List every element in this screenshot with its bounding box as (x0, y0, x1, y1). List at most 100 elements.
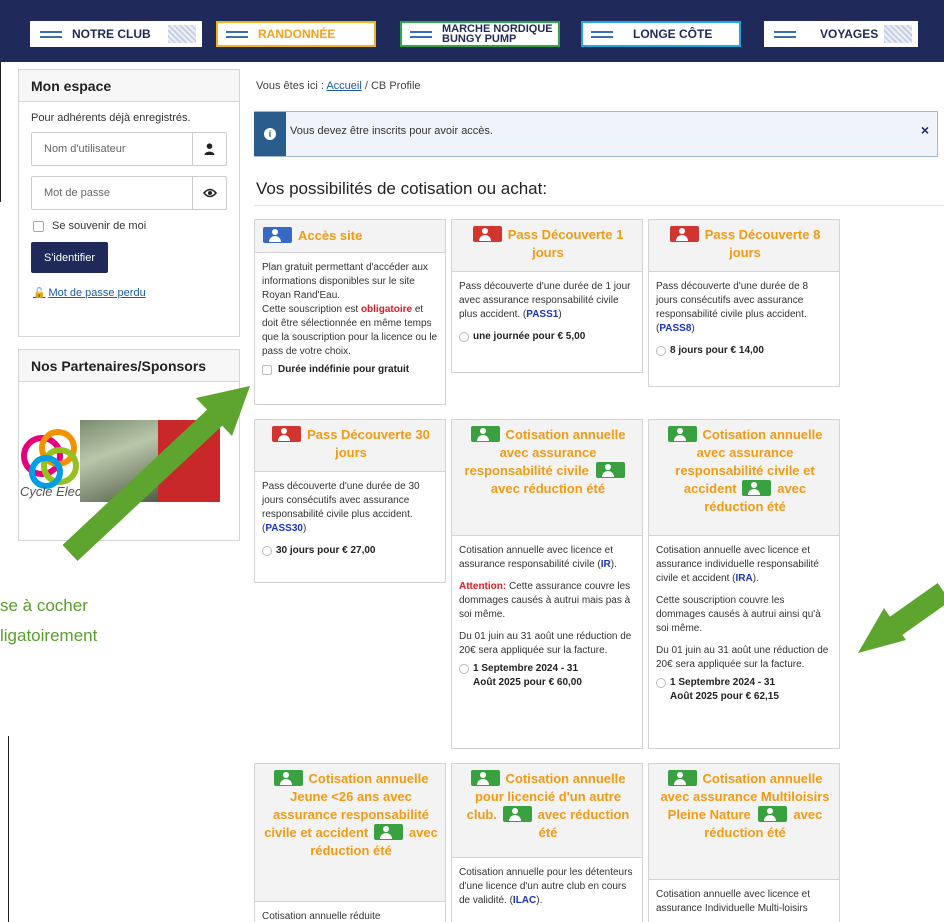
lost-password-link[interactable]: 🔓 Mot de passe perdu (33, 287, 239, 299)
club-logo-icon (770, 23, 800, 45)
card-subtitle: avec réduction été (537, 807, 630, 840)
card-description: Cotisation annuelle avec licence et assu… (656, 545, 819, 584)
user-badge-icon (596, 462, 626, 478)
card-title: Pass Découverte 1 jours (507, 227, 624, 260)
card-description: Plan gratuit permettant d'accéder aux in… (262, 262, 428, 301)
card-description: Cotisation annuelle pour les détenteurs … (459, 867, 633, 906)
user-badge-icon (472, 226, 502, 242)
password-placeholder[interactable]: Mot de passe (32, 177, 192, 209)
remember-me[interactable]: Se souvenir de moi (33, 220, 225, 232)
club-logo-icon (36, 23, 66, 45)
annotation-text-2: ligatoirement (0, 626, 98, 645)
login-panel: Mon espace Pour adhérents déjà enregistr… (18, 69, 240, 337)
plan-option-label: 1 Septembre 2024 - 31 (670, 677, 776, 688)
eye-icon[interactable] (192, 177, 226, 209)
plan-option-label: 8 jours pour € 14,00 (670, 345, 764, 356)
card-subtitle: avec réduction été (490, 481, 606, 496)
nav-label: MARCHE NORDIQUE BUNGY PUMP (442, 23, 553, 45)
plan-radio[interactable] (656, 346, 666, 356)
nav-label: VOYAGES (820, 27, 879, 41)
left-border (0, 62, 1, 202)
user-badge-icon (742, 480, 772, 496)
nav-voyages[interactable]: VOYAGES (764, 21, 918, 47)
card-description: Cotisation annuelle avec licence et assu… (459, 545, 617, 570)
sponsor-banner[interactable]: Cycle Elec (20, 420, 220, 506)
left-border (8, 736, 9, 922)
breadcrumb: Vous êtes ici : Accueil / CB Profile (256, 80, 421, 92)
plan-card-acces-site: Accès site Plan gratuit permettant d'acc… (254, 219, 446, 405)
user-badge-icon (502, 806, 532, 822)
card-warning: Attention: Cette assurance couvre les do… (459, 581, 631, 620)
breadcrumb-home-link[interactable]: Accueil (326, 80, 361, 92)
breadcrumb-prefix: Vous êtes ici : (256, 80, 324, 92)
sponsor-contact-block (158, 420, 220, 502)
user-badge-icon (470, 770, 500, 786)
card-title: Accès site (298, 228, 363, 243)
club-logo-icon (406, 23, 436, 45)
user-badge-icon (373, 824, 403, 840)
divider (254, 205, 944, 206)
card-title: Pass Découverte 8 jours (704, 227, 821, 260)
nav-longe-cote[interactable]: LONGE CÔTE (581, 21, 741, 47)
club-logo-icon (222, 23, 252, 45)
card-description: Pass découverte d'une durée de 30 jours … (262, 481, 420, 534)
login-intro: Pour adhérents déjà enregistrés. (31, 112, 191, 124)
user-badge-icon (470, 426, 500, 442)
club-logo-icon (587, 23, 617, 45)
plan-option-label: Durée indéfinie pour gratuit (278, 364, 410, 375)
card-note: Cette souscription est obligatoire et do… (262, 304, 438, 357)
plan-card-ilac: Cotisation annuelle pour licencié d'un a… (451, 763, 643, 922)
user-badge-icon (273, 770, 303, 786)
page: NOTRE CLUB RANDONNÉE MARCHE NORDIQUE BUN… (0, 0, 944, 922)
password-field[interactable]: Mot de passe (31, 176, 227, 210)
annotation-text-1: se à cocher (0, 596, 88, 615)
top-navigation: NOTRE CLUB RANDONNÉE MARCHE NORDIQUE BUN… (0, 0, 944, 62)
plan-option[interactable]: Durée indéfinie pour gratuit (262, 363, 438, 377)
plan-radio[interactable] (459, 664, 469, 674)
user-badge-icon (667, 426, 697, 442)
nav-label: RANDONNÉE (258, 27, 336, 41)
remember-checkbox[interactable] (33, 220, 44, 232)
user-badge-icon (667, 770, 697, 786)
plan-option-price: Août 2025 pour € 60,00 (473, 677, 582, 688)
sponsor-photo (80, 420, 160, 502)
close-icon[interactable]: × (921, 122, 929, 138)
lost-password-label[interactable]: Mot de passe perdu (48, 287, 145, 299)
nav-marche-nordique[interactable]: MARCHE NORDIQUE BUNGY PUMP (400, 21, 560, 47)
plan-option-price: Août 2025 pour € 62,15 (670, 691, 779, 702)
plan-option[interactable]: 30 jours pour € 27,00 (262, 544, 438, 558)
plan-radio[interactable] (656, 678, 666, 688)
plan-radio[interactable] (459, 332, 469, 342)
access-alert: i Vous devez être inscrits pour avoir ac… (254, 111, 938, 157)
login-button[interactable]: S'identifier (31, 242, 108, 273)
plan-checkbox[interactable] (262, 365, 272, 375)
plan-card-jeune: Cotisation annuelle Jeune <26 ans avec a… (254, 763, 446, 922)
sponsor-name: Cycle Elec (20, 484, 82, 499)
nav-label: LONGE CÔTE (633, 27, 713, 41)
remember-label: Se souvenir de moi (52, 220, 147, 232)
plan-card-pass-1: Pass Découverte 1 jours Pass découverte … (451, 219, 643, 373)
card-note: Du 01 juin au 31 août une réduction de 2… (459, 631, 632, 656)
username-placeholder[interactable]: Nom d'utilisateur (32, 133, 192, 165)
card-description: Cotisation annuelle avec licence et assu… (656, 889, 810, 914)
nav-randonnee[interactable]: RANDONNÉE (216, 21, 376, 47)
plan-option[interactable]: 1 Septembre 2024 - 31 Août 2025 pour € 62… (656, 676, 832, 704)
username-field[interactable]: Nom d'utilisateur (31, 132, 227, 166)
plan-option[interactable]: 1 Septembre 2024 - 31 Août 2025 pour € 60… (459, 662, 635, 690)
page-title: Vos possibilités de cotisation ou achat: (256, 179, 548, 198)
user-badge-icon (669, 226, 699, 242)
plan-radio[interactable] (262, 546, 272, 556)
lock-icon: 🔓 (33, 287, 46, 299)
nav-notre-club[interactable]: NOTRE CLUB (30, 21, 202, 47)
plan-option-label: 1 Septembre 2024 - 31 (473, 663, 579, 674)
nav-label: NOTRE CLUB (72, 27, 151, 41)
user-badge-icon (263, 227, 292, 243)
plan-option[interactable]: une journée pour € 5,00 (459, 330, 635, 344)
plan-option[interactable]: 8 jours pour € 14,00 (656, 344, 832, 358)
breadcrumb-separator: / (364, 80, 368, 92)
breadcrumb-current: CB Profile (370, 80, 421, 92)
login-title: Mon espace (19, 70, 239, 102)
card-description: Pass découverte d'une durée de 1 jour av… (459, 281, 631, 320)
plan-card-multiloisirs: Cotisation annuelle avec assurance Multi… (648, 763, 840, 922)
plan-card-ir: Cotisation annuelle avec assurance respo… (451, 419, 643, 749)
